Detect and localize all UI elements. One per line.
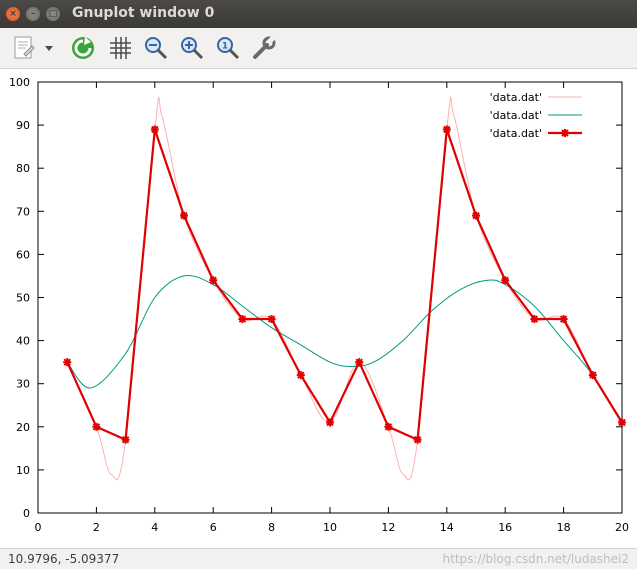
- svg-text:1: 1: [222, 42, 228, 52]
- toggle-grid-button[interactable]: [106, 34, 134, 62]
- data-point-marker: [472, 211, 480, 220]
- y-tick-label: 30: [16, 378, 30, 391]
- data-point-marker: [180, 211, 188, 220]
- title-bar: × – □ Gnuplot window 0: [0, 0, 637, 28]
- zoom-in-button[interactable]: [178, 34, 206, 62]
- x-tick-label: 10: [323, 521, 337, 534]
- x-tick-label: 6: [210, 521, 217, 534]
- y-tick-label: 50: [16, 292, 30, 305]
- x-tick-label: 16: [498, 521, 512, 534]
- dropdown-arrow-icon: [45, 46, 53, 51]
- maximize-window-button[interactable]: □: [46, 7, 60, 21]
- plot-area[interactable]: 0 2 4 6 8 10 12 14 16 18 20 0 10 20 30 40 50 60 70 80 90 100 '…: [0, 69, 637, 548]
- series-line-thin-smooth: [66, 96, 623, 481]
- zoom-in-icon: [181, 37, 204, 60]
- data-point-marker: [121, 435, 130, 444]
- zoom-out-icon: [145, 37, 168, 60]
- data-point-marker: [150, 125, 159, 134]
- replot-icon: [72, 37, 94, 59]
- data-point-marker: [501, 276, 510, 285]
- data-point-marker: [267, 315, 276, 324]
- plot-border: [37, 81, 623, 514]
- y-tick-label: 90: [16, 119, 30, 132]
- watermark-text: https://blog.csdn.net/ludashei2: [442, 552, 629, 566]
- window-title: Gnuplot window 0: [72, 5, 215, 21]
- series-line-points: [66, 129, 623, 442]
- x-tick-label: 0: [35, 521, 42, 534]
- data-point-marker: [413, 435, 422, 444]
- toolbar: 1: [0, 28, 637, 69]
- y-tick-label: 70: [16, 205, 30, 218]
- data-point-marker: [209, 276, 218, 285]
- x-tick-label: 2: [93, 521, 100, 534]
- x-tick-label: 4: [151, 521, 158, 534]
- export-dropdown-button[interactable]: [42, 34, 56, 62]
- data-point-marker: [92, 422, 101, 431]
- unzoom-button[interactable]: 1: [214, 34, 242, 62]
- legend-label: 'data.dat': [490, 91, 542, 104]
- y-tick-label: 80: [16, 162, 30, 175]
- data-point-marker: [559, 315, 568, 324]
- data-point-marker: [326, 418, 334, 427]
- y-tick-label: 60: [16, 248, 30, 261]
- copy-to-clipboard-button[interactable]: [10, 34, 38, 62]
- legend-label: 'data.dat': [490, 109, 542, 122]
- data-point-marker: [618, 418, 626, 427]
- data-point-marker: [384, 422, 393, 431]
- y-tick-label: 0: [23, 507, 30, 520]
- data-point-marker: [63, 358, 72, 367]
- zoom-out-button[interactable]: [142, 34, 170, 62]
- configuration-button[interactable]: [250, 34, 278, 62]
- x-tick-label: 14: [440, 521, 454, 534]
- mouse-coordinates: 10.9796, -5.09377: [8, 552, 120, 566]
- status-bar: 10.9796, -5.09377 https://blog.csdn.net/…: [0, 548, 637, 569]
- unzoom-icon: 1: [217, 37, 240, 60]
- x-tick-label: 18: [557, 521, 571, 534]
- series-line-smooth-trend: [66, 274, 623, 423]
- replot-button[interactable]: [69, 34, 97, 62]
- close-icon: ×: [9, 9, 17, 19]
- minimize-icon: –: [30, 9, 36, 19]
- chart-svg: 0 2 4 6 8 10 12 14 16 18 20 0 10 20 30 40 50 60 70 80 90 100 '…: [9, 76, 629, 534]
- y-tick-label: 20: [16, 421, 30, 434]
- data-point-marker: [296, 371, 305, 380]
- data-point-marker: [238, 315, 247, 324]
- legend-marker: [561, 129, 569, 137]
- minimize-window-button[interactable]: –: [26, 7, 40, 21]
- legend-label: 'data.dat': [490, 127, 542, 140]
- x-tick-label: 20: [615, 521, 629, 534]
- data-point-marker: [530, 315, 539, 324]
- data-point-marker: [588, 371, 597, 380]
- y-tick-label: 10: [16, 464, 30, 477]
- close-window-button[interactable]: ×: [6, 7, 20, 21]
- grid-icon: [110, 37, 131, 59]
- copy-to-clipboard-icon: [14, 36, 35, 59]
- maximize-icon: □: [48, 9, 58, 19]
- y-tick-label: 100: [9, 76, 30, 89]
- config-wrench-icon: [253, 35, 276, 59]
- x-tick-label: 8: [268, 521, 275, 534]
- data-point-marker: [355, 358, 364, 367]
- x-tick-label: 12: [381, 521, 395, 534]
- y-tick-label: 40: [16, 335, 30, 348]
- data-point-marker: [442, 125, 451, 134]
